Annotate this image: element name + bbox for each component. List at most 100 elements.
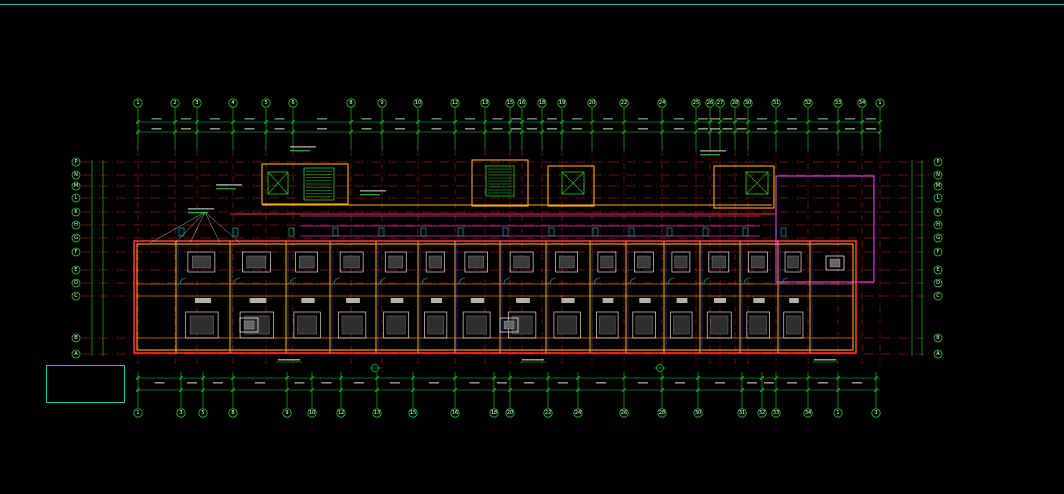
axis-bubble-label: 1 (878, 100, 881, 106)
fixture (742, 227, 749, 237)
axis-bubble-label: F (937, 249, 940, 255)
axis-bubble-label: B (74, 335, 78, 341)
bed-fill (192, 255, 211, 269)
furniture (516, 298, 530, 303)
light-ray (204, 211, 241, 244)
axis-bubble-label: 18 (491, 410, 497, 416)
axis-bubble-label: C (74, 293, 78, 299)
furniture (194, 298, 212, 303)
dimension-text-glyph (845, 128, 855, 130)
axis-bubble-label: M (74, 183, 78, 189)
axis-bubble-label: P (936, 159, 939, 165)
dimension-text-glyph (818, 382, 828, 384)
annotation-text-glyph (188, 208, 214, 210)
annotation-text-glyph (216, 184, 242, 186)
bed-fill (673, 315, 690, 335)
bed-fill (428, 255, 442, 269)
axis-bubble-label: 3 (195, 100, 198, 106)
dimension-text-glyph (181, 118, 191, 120)
fixture (178, 227, 185, 237)
axis-bubble-label: E (74, 267, 77, 273)
axis-bubble-label: 10 (415, 100, 421, 106)
bed-fill (786, 315, 801, 335)
dimension-text-glyph (866, 118, 876, 120)
fixture (780, 227, 787, 237)
fixture (702, 227, 709, 237)
dimension-text-glyph (845, 118, 855, 120)
axis-bubble-label: 15 (410, 410, 416, 416)
furniture (676, 298, 688, 303)
annotation-text-glyph (290, 150, 310, 152)
axis-bubble-label: 8 (349, 100, 352, 106)
furniture (602, 298, 614, 303)
dimension-text-glyph (354, 382, 364, 384)
sofa-table (503, 320, 515, 330)
dimension-text-glyph (866, 128, 876, 130)
dimension-text-glyph (603, 118, 613, 120)
fixture (420, 227, 427, 237)
dimension-text-glyph (317, 128, 327, 130)
axis-bubble-label: 8 (231, 410, 234, 416)
dimension-text-glyph (151, 128, 162, 130)
annotation-text-glyph (216, 188, 236, 190)
axis-bubble-label: N (936, 172, 940, 178)
dimension-text-glyph (527, 118, 537, 120)
axis-bubble-label: 28 (732, 100, 738, 106)
leader-text-glyph (278, 359, 300, 361)
dimension-text-glyph (547, 118, 557, 120)
dimension-text-glyph (747, 382, 757, 384)
axis-bubble-label: 30 (695, 410, 701, 416)
axis-bubble-label: 30 (745, 100, 751, 106)
dimension-text-glyph (787, 128, 797, 130)
bed-fill (246, 255, 266, 269)
dimension-text-glyph (181, 128, 191, 130)
fixture (332, 227, 339, 237)
bed-fill (297, 315, 317, 335)
bed-fill (466, 315, 487, 335)
axis-bubble-label: 28 (659, 410, 665, 416)
dimension-text-glyph (757, 128, 767, 130)
north-wing (471, 159, 529, 207)
axis-bubble-label: H (936, 222, 940, 228)
annotation-text-glyph (700, 154, 720, 156)
axis-bubble-label: D (74, 280, 78, 286)
dimension-text-glyph (390, 382, 400, 384)
axis-bubble-label: 31 (739, 410, 745, 416)
axis-bubble-label: 31 (773, 100, 779, 106)
dimension-text-glyph (638, 118, 648, 120)
axis-bubble-label: 12 (338, 410, 344, 416)
fixture (457, 227, 464, 237)
dimension-text-glyph (210, 128, 220, 130)
dimension-text-glyph (818, 128, 828, 130)
dimension-text-glyph (255, 382, 265, 384)
dimension-text-glyph (213, 382, 223, 384)
annotation-text-glyph (188, 212, 208, 214)
bottom-axis-bubbles: 1 3 5 8 9 10 12 13 15 16 18 20 22 24 26 28 30 31 32 33 34 1 3 (133, 408, 881, 418)
dimension-text-glyph (715, 382, 725, 384)
axis-bubble-label: 33 (773, 410, 779, 416)
axis-bubble-label: 20 (589, 100, 595, 106)
axis-bubble-label: 13 (374, 410, 380, 416)
dimension-text-glyph (818, 118, 828, 120)
bed-fill (189, 315, 214, 335)
elevator-cross (267, 171, 289, 195)
bed-fill (710, 315, 729, 335)
axis-bubble-label: 16 (519, 100, 525, 106)
dimension-text-glyph (736, 128, 747, 130)
axis-bubble-label: F (75, 249, 78, 255)
elevator-cross (561, 171, 585, 195)
drawing-notes-legend (46, 365, 125, 403)
axis-bubble-label: K (936, 209, 940, 215)
dimension-text-glyph (736, 118, 747, 120)
dimension-text-glyph (187, 382, 197, 384)
dimension-text-glyph (151, 118, 162, 120)
dimension-text-glyph (294, 382, 305, 384)
dimension-text-glyph (395, 128, 405, 130)
dimension-text-glyph (547, 128, 557, 130)
dimension-text-glyph (497, 382, 507, 384)
furniture (470, 298, 485, 303)
floor-plan-drawing: 1 2 3 4 5 6 8 9 10 12 13 15 16 18 19 20 22 24 25 26 27 28 30 31… (71, 98, 943, 418)
dimension-text-glyph (603, 128, 613, 130)
axis-bubble-label: 9 (285, 410, 288, 416)
axis-bubble-label: 33 (835, 100, 841, 106)
